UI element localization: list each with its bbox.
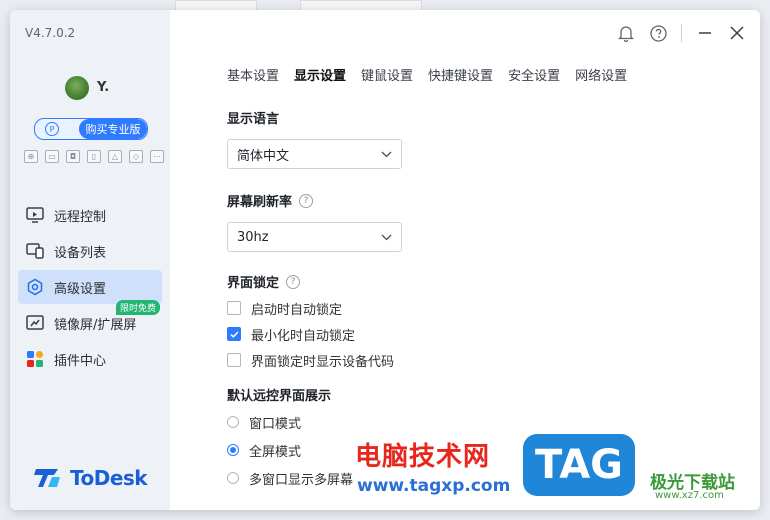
plugin-center-icon xyxy=(26,350,44,368)
close-icon[interactable] xyxy=(728,24,746,42)
free-badge: 限时免费 xyxy=(115,300,160,315)
settings-tabs: 基本设置 显示设置 键鼠设置 快捷键设置 安全设置 网络设置 xyxy=(227,65,627,84)
minimize-icon[interactable] xyxy=(696,24,714,42)
lock-section-title: 界面锁定 ? xyxy=(227,272,727,291)
sidebar: V4.7.0.2 Y. P 购买专业版 ⊕ ▭ ◘ ▯ △ ◇ ⋯ 远程控制 设… xyxy=(10,10,170,510)
tab-network-settings[interactable]: 网络设置 xyxy=(575,65,627,84)
device-icon[interactable]: ▯ xyxy=(87,150,101,163)
buy-pro-label: 购买专业版 xyxy=(79,119,147,139)
lock-on-minimize-option[interactable]: 最小化时自动锁定 xyxy=(227,321,727,347)
option-label: 窗口模式 xyxy=(249,416,302,432)
chevron-down-icon xyxy=(381,151,392,157)
option-label: 全屏模式 xyxy=(249,444,302,460)
settings-window: V4.7.0.2 Y. P 购买专业版 ⊕ ▭ ◘ ▯ △ ◇ ⋯ 远程控制 设… xyxy=(10,10,760,510)
avatar[interactable] xyxy=(65,76,89,100)
checkbox[interactable] xyxy=(227,353,241,367)
option-label: 界面锁定时显示设备代码 xyxy=(251,354,395,370)
checkbox[interactable] xyxy=(227,301,241,315)
lock-title: 界面锁定 xyxy=(227,276,280,291)
refresh-rate-select[interactable]: 30hz xyxy=(227,222,402,252)
feature-icons: ⊕ ▭ ◘ ▯ △ ◇ ⋯ xyxy=(24,150,164,163)
sidebar-item-label: 镜像屏/扩展屏 xyxy=(54,317,137,333)
mirror-screen-icon xyxy=(26,314,44,332)
tab-keyboard-mouse-settings[interactable]: 键鼠设置 xyxy=(361,65,413,84)
chevron-down-icon xyxy=(381,234,392,240)
window-controls xyxy=(617,24,746,42)
lock-options: 启动时自动锁定 最小化时自动锁定 界面锁定时显示设备代码 xyxy=(227,295,727,373)
sidebar-item-remote-control[interactable]: 远程控制 xyxy=(18,198,162,232)
sidebar-item-mirror-screen[interactable]: 镜像屏/扩展屏 限时免费 xyxy=(18,300,162,340)
sidebar-item-plugin-center[interactable]: 插件中心 xyxy=(18,342,162,376)
sidebar-item-label: 远程控制 xyxy=(54,209,107,225)
sidebar-nav: 远程控制 设备列表 高级设置 镜像屏/扩展屏 限时免费 插件中心 xyxy=(18,198,162,378)
gamepad-icon[interactable]: ⊕ xyxy=(24,150,38,163)
remote-view-options: 窗口模式 全屏模式 多窗口显示多屏幕 xyxy=(227,408,727,492)
lock-on-start-option[interactable]: 启动时自动锁定 xyxy=(227,295,727,321)
display-settings-panel: 显示语言 简体中文 屏幕刷新率 ? 30hz 界面锁定 ? 启动时自动锁定 最小… xyxy=(227,108,727,492)
language-section-title: 显示语言 xyxy=(227,108,727,127)
window-mode-option[interactable]: 窗口模式 xyxy=(227,408,727,436)
help-icon[interactable] xyxy=(649,24,667,42)
remote-view-section-title: 默认远控界面展示 xyxy=(227,385,727,404)
check-icon xyxy=(229,330,239,338)
sidebar-item-device-list[interactable]: 设备列表 xyxy=(18,234,162,268)
more-icon[interactable]: ⋯ xyxy=(150,150,164,163)
version-label: V4.7.0.2 xyxy=(25,26,76,40)
remote-control-icon xyxy=(26,206,44,224)
pro-icon: P xyxy=(45,122,59,136)
buy-pro-button[interactable]: P 购买专业版 xyxy=(34,118,148,140)
show-device-code-option[interactable]: 界面锁定时显示设备代码 xyxy=(227,347,727,373)
question-icon[interactable]: ? xyxy=(299,193,314,208)
bell-icon[interactable] xyxy=(617,24,635,42)
remote-view-title: 默认远控界面展示 xyxy=(227,389,332,404)
option-label: 最小化时自动锁定 xyxy=(251,328,356,344)
tab-shortcut-settings[interactable]: 快捷键设置 xyxy=(428,65,493,84)
plugin-icon[interactable]: ◇ xyxy=(129,150,143,163)
radio[interactable] xyxy=(227,416,239,428)
logo-text: ToDesk xyxy=(70,466,148,490)
checkbox-checked[interactable] xyxy=(227,327,241,341)
radio-checked[interactable] xyxy=(227,444,239,456)
refresh-section-title: 屏幕刷新率 ? xyxy=(227,191,727,210)
language-select[interactable]: 简体中文 xyxy=(227,139,402,169)
device-list-icon xyxy=(26,242,44,260)
todesk-logo-icon xyxy=(34,469,60,487)
refresh-value: 30hz xyxy=(237,229,269,245)
settings-icon xyxy=(26,278,44,296)
option-label: 启动时自动锁定 xyxy=(251,302,343,318)
screen-icon[interactable]: ▭ xyxy=(45,150,59,163)
sidebar-item-advanced-settings[interactable]: 高级设置 xyxy=(18,270,162,304)
question-icon[interactable]: ? xyxy=(286,274,301,289)
tab-display-settings[interactable]: 显示设置 xyxy=(294,65,346,84)
fullscreen-mode-option[interactable]: 全屏模式 xyxy=(227,436,727,464)
radio[interactable] xyxy=(227,472,239,484)
cloud-icon[interactable]: △ xyxy=(108,150,122,163)
toolbar-divider xyxy=(681,24,682,42)
sidebar-item-label: 设备列表 xyxy=(54,245,107,261)
language-title: 显示语言 xyxy=(227,112,280,127)
sidebar-item-label: 高级设置 xyxy=(54,281,107,297)
sidebar-item-label: 插件中心 xyxy=(54,353,107,369)
option-label: 多窗口显示多屏幕 xyxy=(249,472,354,488)
camera-icon[interactable]: ◘ xyxy=(66,150,80,163)
todesk-logo: ToDesk xyxy=(34,466,148,490)
refresh-title: 屏幕刷新率 xyxy=(227,195,293,210)
multi-window-option[interactable]: 多窗口显示多屏幕 xyxy=(227,464,727,492)
tab-basic-settings[interactable]: 基本设置 xyxy=(227,65,279,84)
tab-security-settings[interactable]: 安全设置 xyxy=(508,65,560,84)
username: Y. xyxy=(97,80,110,95)
language-value: 简体中文 xyxy=(237,148,290,164)
